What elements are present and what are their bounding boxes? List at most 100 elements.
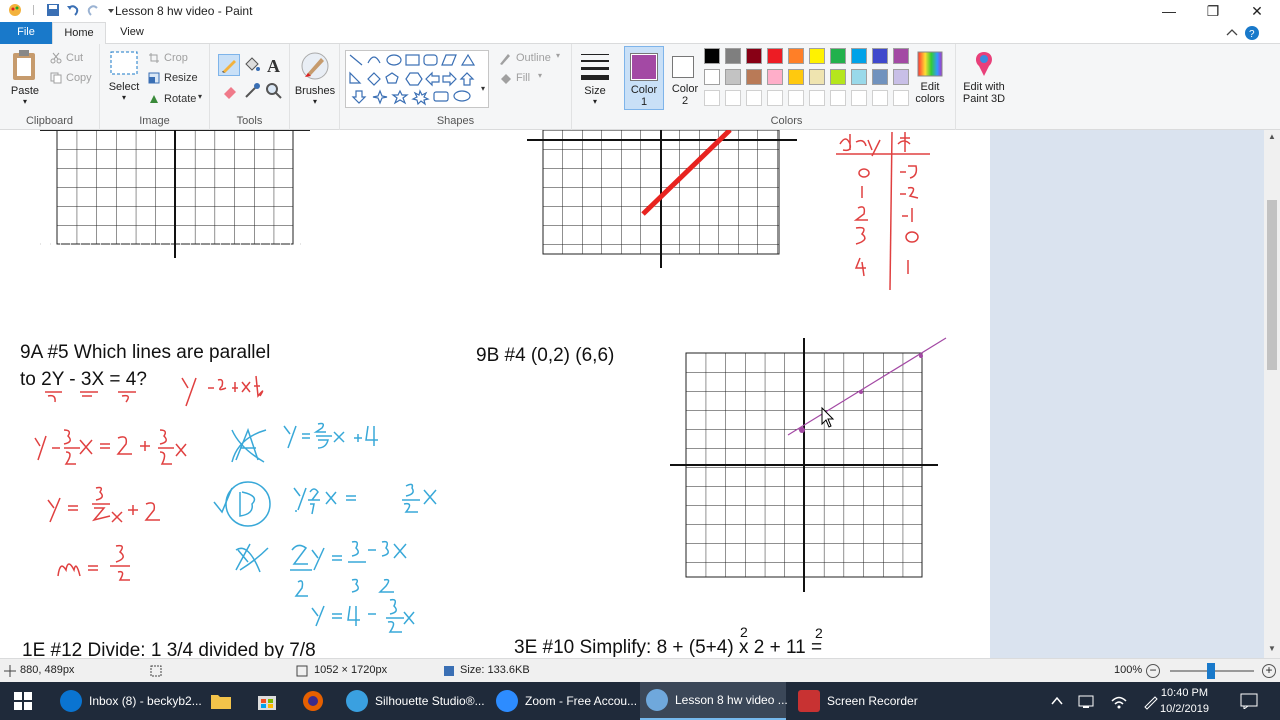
taskbar-item-paint[interactable]: Lesson 8 hw video ... <box>640 682 788 720</box>
palette-swatch[interactable] <box>725 69 741 85</box>
color-palette <box>704 48 914 110</box>
palette-swatch[interactable] <box>704 48 720 64</box>
palette-swatch[interactable] <box>893 69 909 85</box>
color2-button[interactable]: Color 2 <box>666 46 704 110</box>
tab-view[interactable]: View <box>106 22 158 44</box>
help-icon[interactable]: ? <box>1244 25 1260 41</box>
custom-color-slot[interactable] <box>704 90 720 106</box>
paste-dropdown-icon[interactable]: ▾ <box>6 97 44 106</box>
close-button[interactable]: ✕ <box>1236 0 1278 22</box>
size-dropdown-icon[interactable]: ▾ <box>578 97 612 106</box>
palette-swatch[interactable] <box>830 48 846 64</box>
undo-icon[interactable] <box>66 3 80 17</box>
outline-button[interactable]: Outline <box>516 52 551 64</box>
select-button[interactable]: Select ▾ <box>106 50 142 102</box>
custom-color-slot[interactable] <box>788 90 804 106</box>
minimize-button[interactable]: — <box>1148 0 1190 22</box>
color1-swatch <box>630 53 658 81</box>
resize-button[interactable]: Resize <box>164 72 198 84</box>
copy-button[interactable]: Copy <box>66 72 92 84</box>
palette-swatch[interactable] <box>872 48 888 64</box>
taskbar-item-silhouette[interactable]: Silhouette Studio®... <box>340 682 485 720</box>
save-icon[interactable] <box>46 3 60 17</box>
taskbar-item-inbox[interactable]: Inbox (8) - beckyb2... <box>56 682 202 720</box>
palette-swatch[interactable] <box>788 48 804 64</box>
paste-button[interactable]: Paste ▾ <box>6 48 44 106</box>
brushes-button[interactable]: Brushes ▾ <box>294 50 336 106</box>
custom-color-slot[interactable] <box>767 90 783 106</box>
size-button[interactable]: Size ▾ <box>578 52 612 106</box>
system-clock[interactable]: 10:40 PM 10/2/2019 <box>1160 685 1209 717</box>
rotate-dropdown-icon[interactable]: ▾ <box>198 92 202 101</box>
eraser-icon[interactable] <box>221 82 239 100</box>
palette-swatch[interactable] <box>851 69 867 85</box>
zoom-in-button[interactable]: + <box>1262 664 1276 678</box>
tab-file[interactable]: File <box>0 22 52 44</box>
brushes-dropdown-icon[interactable]: ▾ <box>294 97 336 106</box>
custom-color-slot[interactable] <box>725 90 741 106</box>
show-hidden-icons-icon[interactable] <box>1050 694 1064 708</box>
palette-swatch[interactable] <box>893 48 909 64</box>
custom-color-slot[interactable] <box>830 90 846 106</box>
palette-swatch[interactable] <box>872 69 888 85</box>
drawing-canvas[interactable]: 9A #5 Which lines are parallel to 2Y - 3… <box>0 130 990 658</box>
taskbar-file-explorer[interactable] <box>200 682 242 720</box>
fill-button[interactable]: Fill <box>516 72 530 84</box>
shapes-gallery[interactable] <box>345 50 489 108</box>
zoom-out-button[interactable]: − <box>1146 664 1160 678</box>
tab-home[interactable]: Home <box>52 22 106 44</box>
color1-button[interactable]: Color 1 <box>624 46 664 110</box>
taskbar-item-zoom[interactable]: Zoom - Free Accou... <box>490 682 638 720</box>
crop-button[interactable]: Crop <box>164 52 188 64</box>
rotate-button[interactable]: Rotate <box>164 93 196 105</box>
palette-swatch[interactable] <box>725 48 741 64</box>
custom-color-slot[interactable] <box>851 90 867 106</box>
scroll-down-icon[interactable]: ▼ <box>1264 644 1280 653</box>
minimize-ribbon-icon[interactable] <box>1226 28 1238 38</box>
custom-color-slot[interactable] <box>893 90 909 106</box>
restore-button[interactable]: ❐ <box>1192 0 1234 22</box>
pencil-tool[interactable] <box>218 54 240 76</box>
start-button[interactable] <box>0 682 46 720</box>
zoom-level: 100% <box>1114 664 1143 676</box>
custom-color-slot[interactable] <box>746 90 762 106</box>
color2-label: Color <box>671 83 699 95</box>
magnifier-icon[interactable] <box>265 82 283 100</box>
text-icon[interactable]: A <box>265 56 283 74</box>
zoom-slider-thumb[interactable] <box>1207 663 1215 679</box>
edit-colors-button[interactable]: Edit colors <box>910 50 950 105</box>
vertical-scrollbar[interactable]: ▲ ▼ <box>1264 130 1280 658</box>
palette-swatch[interactable] <box>788 69 804 85</box>
outline-dropdown-icon[interactable]: ▾ <box>556 51 560 60</box>
notifications-icon[interactable] <box>1240 693 1258 709</box>
palette-swatch[interactable] <box>746 48 762 64</box>
palette-swatch[interactable] <box>809 69 825 85</box>
question-1e: 1E #12 Divide: 1 3/4 divided by 7/8 <box>22 640 316 658</box>
fill-dropdown-icon[interactable]: ▾ <box>538 71 542 80</box>
network-icon[interactable] <box>1078 693 1096 709</box>
scroll-up-icon[interactable]: ▲ <box>1264 132 1280 141</box>
edit-with-paint3d-button[interactable]: Edit with Paint 3D <box>958 50 1010 105</box>
custom-color-slot[interactable] <box>809 90 825 106</box>
palette-swatch[interactable] <box>851 48 867 64</box>
pen-icon[interactable] <box>1142 692 1160 710</box>
color-picker-icon[interactable] <box>243 82 261 100</box>
custom-color-slot[interactable] <box>872 90 888 106</box>
taskbar-item-screen-recorder[interactable]: Screen Recorder <box>792 682 922 720</box>
taskbar-firefox[interactable] <box>292 682 334 720</box>
palette-swatch[interactable] <box>767 69 783 85</box>
wifi-icon[interactable] <box>1110 693 1128 709</box>
scrollbar-thumb[interactable] <box>1267 200 1277 370</box>
palette-swatch[interactable] <box>767 48 783 64</box>
palette-swatch[interactable] <box>746 69 762 85</box>
taskbar-store[interactable] <box>246 682 288 720</box>
shapes-more-icon[interactable]: ▾ <box>481 84 485 93</box>
select-dropdown-icon[interactable]: ▾ <box>106 93 142 102</box>
cut-button[interactable]: Cut <box>66 52 83 64</box>
palette-swatch[interactable] <box>809 48 825 64</box>
palette-swatch[interactable] <box>704 69 720 85</box>
palette-swatch[interactable] <box>830 69 846 85</box>
fill-icon[interactable] <box>243 56 261 74</box>
redo-icon[interactable] <box>86 3 100 17</box>
canvas-workspace[interactable]: 9A #5 Which lines are parallel to 2Y - 3… <box>0 130 1264 658</box>
